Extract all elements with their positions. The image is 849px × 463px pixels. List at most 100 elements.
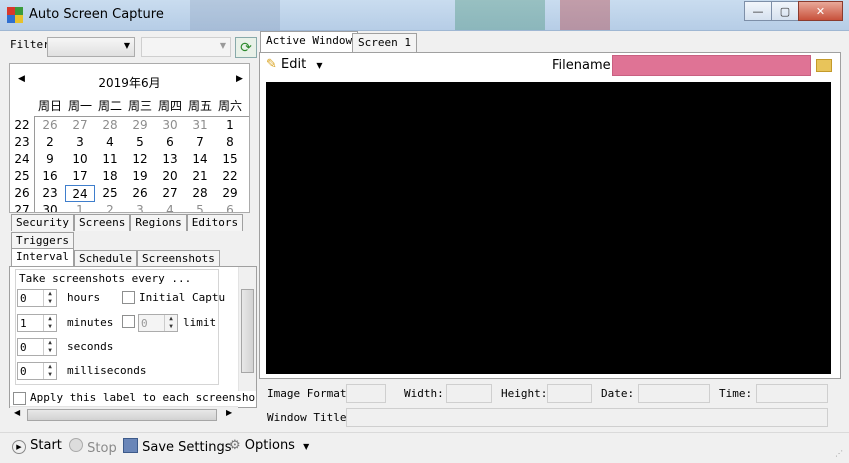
tab-security[interactable]: Security bbox=[11, 214, 74, 231]
stop-button[interactable]: Stop bbox=[69, 438, 117, 456]
calendar-day[interactable]: 26 bbox=[35, 117, 65, 134]
calendar-day[interactable]: 9 bbox=[35, 151, 65, 168]
stepper-arrows-icon[interactable]: ▲ ▼ bbox=[164, 315, 177, 331]
minutes-stepper[interactable]: 1 ▲ ▼ bbox=[17, 314, 57, 332]
calendar-day[interactable]: 20 bbox=[155, 168, 185, 185]
initial-capture-checkbox[interactable] bbox=[122, 291, 135, 304]
calendar-day[interactable]: 4 bbox=[95, 134, 125, 151]
calendar-day[interactable]: 18 bbox=[95, 168, 125, 185]
calendar-day[interactable]: 16 bbox=[35, 168, 65, 185]
calendar-day[interactable]: 15 bbox=[215, 151, 245, 168]
stop-label: Stop bbox=[87, 441, 117, 456]
tab-screenshots[interactable]: Screenshots bbox=[136, 250, 220, 267]
tab-interval[interactable]: Interval bbox=[11, 248, 74, 267]
stepper-arrows-icon[interactable]: ▲ ▼ bbox=[43, 290, 56, 306]
calendar-day[interactable]: 31 bbox=[185, 117, 215, 134]
calendar-day[interactable]: 10 bbox=[65, 151, 95, 168]
limit-checkbox[interactable] bbox=[122, 315, 135, 328]
calendar-day[interactable]: 3 bbox=[65, 134, 95, 151]
save-settings-button[interactable]: Save Settings bbox=[123, 438, 232, 455]
calendar-day[interactable]: 3 bbox=[125, 202, 155, 212]
calendar-day-today[interactable]: 24 bbox=[65, 185, 95, 202]
resize-grip-icon[interactable]: ⋰ bbox=[835, 449, 845, 459]
calendar-day[interactable]: 29 bbox=[215, 185, 245, 202]
calendar-day[interactable]: 6 bbox=[155, 134, 185, 151]
calendar-day[interactable]: 1 bbox=[65, 202, 95, 212]
month-calendar[interactable]: ◀ 2019年6月 ▶ 周日 周一 周二 周三 周四 周五 周六 22 26 27 28 29 30 3… bbox=[9, 63, 250, 213]
calendar-day[interactable]: 30 bbox=[155, 117, 185, 134]
calendar-day[interactable]: 27 bbox=[155, 185, 185, 202]
tab-regions[interactable]: Regions bbox=[130, 214, 187, 231]
stepper-arrows-icon[interactable]: ▲ ▼ bbox=[43, 315, 56, 331]
weekday-label: 周三 bbox=[127, 99, 152, 113]
calendar-day[interactable]: 14 bbox=[185, 151, 215, 168]
calendar-day[interactable]: 23 bbox=[35, 185, 65, 202]
minimize-button[interactable]: — bbox=[744, 1, 772, 21]
maximize-button[interactable]: ▢ bbox=[771, 1, 799, 21]
calendar-day[interactable]: 28 bbox=[95, 117, 125, 134]
milliseconds-value: 0 bbox=[20, 365, 27, 378]
tab-screens[interactable]: Screens bbox=[73, 214, 131, 231]
edit-menu[interactable]: ✎ Edit ▼ bbox=[266, 57, 323, 72]
calendar-day[interactable]: 26 bbox=[125, 185, 155, 202]
apply-label-checkbox[interactable] bbox=[13, 392, 26, 405]
scroll-left-icon[interactable]: ◀ bbox=[14, 408, 20, 417]
calendar-day[interactable]: 1 bbox=[215, 117, 245, 134]
interval-caption: Take screenshots every ... bbox=[19, 272, 192, 285]
calendar-day[interactable]: 2 bbox=[35, 134, 65, 151]
options-button[interactable]: ⚙ Options ▼ bbox=[229, 438, 309, 453]
calendar-day[interactable]: 21 bbox=[185, 168, 215, 185]
filter-combo[interactable]: ▼ bbox=[47, 37, 135, 57]
stepper-arrows-icon[interactable]: ▲ ▼ bbox=[43, 339, 56, 355]
calendar-day[interactable]: 11 bbox=[95, 151, 125, 168]
limit-label: limit bbox=[183, 316, 217, 329]
folder-icon[interactable] bbox=[816, 59, 832, 72]
horizontal-scrollbar[interactable]: ◀ ▶ bbox=[10, 406, 238, 422]
calendar-day[interactable]: 7 bbox=[185, 134, 215, 151]
calendar-day[interactable]: 8 bbox=[215, 134, 245, 151]
calendar-day[interactable]: 5 bbox=[185, 202, 215, 212]
weekday-label: 周五 bbox=[187, 99, 212, 113]
close-button[interactable]: ✕ bbox=[798, 1, 843, 21]
image-format-label: Image Format: bbox=[267, 387, 354, 400]
refresh-button[interactable]: ⟳ bbox=[235, 37, 257, 58]
calendar-day[interactable]: 28 bbox=[185, 185, 215, 202]
filename-field[interactable] bbox=[612, 55, 811, 76]
next-month-button[interactable]: ▶ bbox=[236, 74, 243, 84]
stepper-arrows-icon[interactable]: ▲ ▼ bbox=[43, 363, 56, 379]
calendar-day[interactable]: 13 bbox=[155, 151, 185, 168]
calendar-day[interactable]: 2 bbox=[95, 202, 125, 212]
calendar-day[interactable]: 29 bbox=[125, 117, 155, 134]
scrollbar-thumb[interactable] bbox=[241, 289, 254, 373]
calendar-day[interactable]: 27 bbox=[65, 117, 95, 134]
apply-label-text: Apply this label to each screensho bbox=[30, 391, 256, 404]
play-icon: ▶ bbox=[12, 440, 26, 454]
calendar-day[interactable]: 6 bbox=[215, 202, 245, 212]
tab-active-window[interactable]: Active Window bbox=[260, 31, 359, 53]
calendar-day[interactable]: 30 bbox=[35, 202, 65, 212]
start-button[interactable]: ▶ Start bbox=[12, 438, 62, 454]
seconds-stepper[interactable]: 0 ▲ ▼ bbox=[17, 338, 57, 356]
weekday-label: 周日 bbox=[37, 99, 62, 113]
calendar-day[interactable]: 12 bbox=[125, 151, 155, 168]
background-blur bbox=[190, 0, 280, 30]
scroll-right-icon[interactable]: ▶ bbox=[226, 408, 232, 417]
milliseconds-stepper[interactable]: 0 ▲ ▼ bbox=[17, 362, 57, 380]
milliseconds-label: milliseconds bbox=[67, 364, 147, 377]
interval-panel: Take screenshots every ... 0 ▲ ▼ hours Ini… bbox=[9, 266, 257, 408]
calendar-day[interactable]: 25 bbox=[95, 185, 125, 202]
tab-triggers[interactable]: Triggers bbox=[11, 232, 74, 249]
calendar-day[interactable]: 17 bbox=[65, 168, 95, 185]
calendar-day[interactable]: 5 bbox=[125, 134, 155, 151]
tab-screen-1[interactable]: Screen 1 bbox=[352, 33, 417, 52]
calendar-day[interactable]: 19 bbox=[125, 168, 155, 185]
hours-stepper[interactable]: 0 ▲ ▼ bbox=[17, 289, 57, 307]
limit-stepper[interactable]: 0 ▲ ▼ bbox=[138, 314, 178, 332]
filter-value-combo[interactable]: ▼ bbox=[141, 37, 231, 57]
tab-schedule[interactable]: Schedule bbox=[73, 250, 137, 267]
scrollbar-thumb[interactable] bbox=[27, 409, 217, 421]
calendar-day[interactable]: 4 bbox=[155, 202, 185, 212]
vertical-scrollbar[interactable] bbox=[238, 267, 256, 391]
tab-editors[interactable]: Editors bbox=[186, 214, 244, 231]
calendar-day[interactable]: 22 bbox=[215, 168, 245, 185]
